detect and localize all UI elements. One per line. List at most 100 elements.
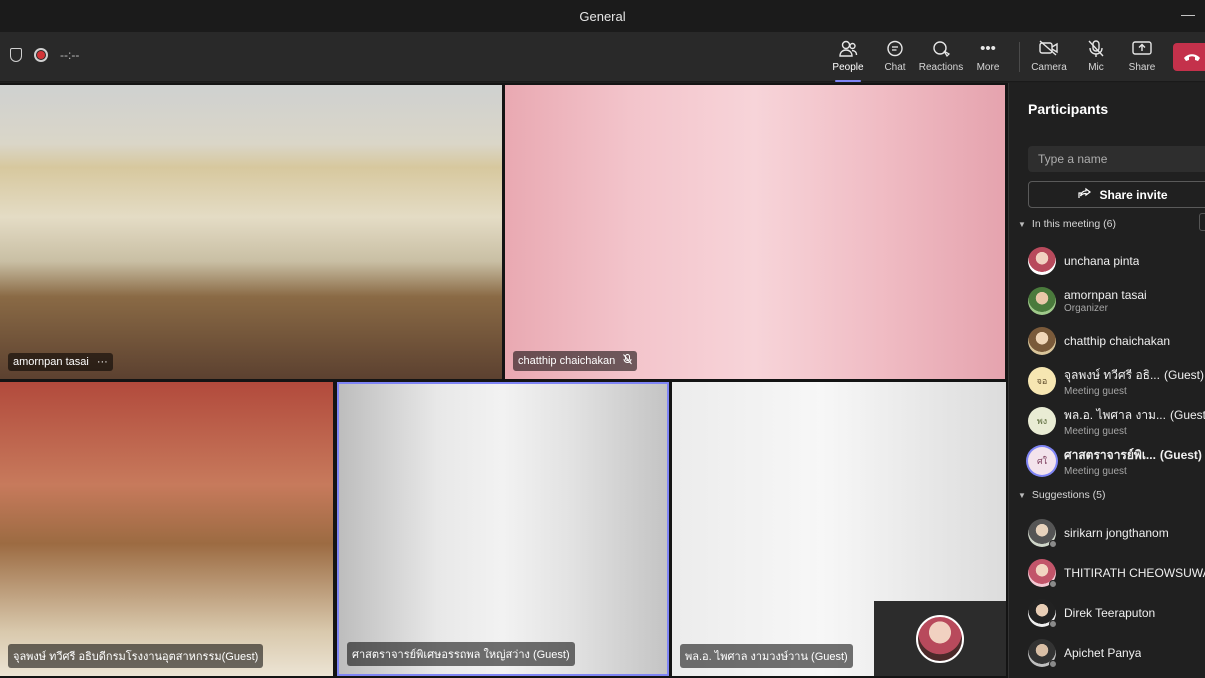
title-bar: General — xyxy=(0,0,1205,32)
people-button[interactable]: People xyxy=(822,38,874,82)
self-view-tile[interactable] xyxy=(874,601,1006,676)
participant-name: พล.อ. ไพศาล งามวงษ์วาน (Guest) xyxy=(685,651,848,663)
window-title: General xyxy=(579,8,626,24)
reactions-icon xyxy=(915,40,967,58)
share-invite-label: Share invite xyxy=(1099,187,1168,202)
participant-name: ศาสตราจารย์พิเศษอรรถพล ใหญ่สว่าง (Guest) xyxy=(352,649,570,661)
participant-name: จุลพงษ์ ทวีศรี อธิ... xyxy=(1064,367,1160,382)
participant-role: Meeting guest xyxy=(1064,425,1127,437)
participant-row[interactable]: พง พล.อ. ไพศาล งาม...(Guest) Meeting gues… xyxy=(1028,405,1205,437)
participant-role: Organizer xyxy=(1064,303,1108,314)
participant-name: chatthip chaichakan xyxy=(518,355,616,367)
tile-name-label: จุลพงษ์ ทวีศรี อธิบดีกรมโรงงานอุตสาหกรรม… xyxy=(8,644,264,668)
video-tile-julapong[interactable]: จุลพงษ์ ทวีศรี อธิบดีกรมโรงงานอุตสาหกรรม… xyxy=(0,382,333,676)
tile-name-label: chatthip chaichakan xyxy=(513,351,638,371)
hang-up-icon xyxy=(1183,49,1201,65)
participant-name: amornpan tasai xyxy=(13,356,89,368)
participant-name: ศาสตราจารย์พิเ... xyxy=(1064,447,1156,462)
suggestion-row[interactable]: Direk Teeraputon xyxy=(1028,597,1205,629)
more-label: More xyxy=(976,62,1000,73)
chat-label: Chat xyxy=(884,62,906,73)
avatar xyxy=(1028,327,1056,355)
reactions-label: Reactions xyxy=(918,62,964,73)
avatar xyxy=(916,614,964,663)
suggestion-row[interactable]: Apichet Panya xyxy=(1028,637,1205,669)
guest-tag: (Guest) xyxy=(1159,447,1202,462)
share-button[interactable]: Share xyxy=(1116,38,1168,78)
camera-button[interactable]: Camera xyxy=(1023,38,1075,78)
camera-off-icon xyxy=(1023,40,1075,58)
suggestion-row[interactable]: THITIRATH CHEOWSUWAN xyxy=(1028,557,1205,589)
meeting-timer: --:-- xyxy=(60,48,80,62)
participant-row[interactable]: unchana pinta xyxy=(1028,245,1205,277)
people-label: People xyxy=(832,62,864,73)
tile-name-label: พล.อ. ไพศาล งามวงษ์วาน (Guest) xyxy=(680,644,853,668)
avatar xyxy=(1028,247,1056,275)
avatar: จอ xyxy=(1028,367,1056,395)
suggestion-row[interactable]: sirikarn jongthanom xyxy=(1028,517,1205,549)
panel-title: Participants xyxy=(1028,101,1109,117)
avatar xyxy=(1028,559,1057,588)
tile-name-label: ศาสตราจารย์พิเศษอรรถพล ใหญ่สว่าง (Guest) xyxy=(347,642,575,666)
more-options-icon[interactable]: ··· xyxy=(97,356,108,368)
mic-muted-icon xyxy=(623,354,633,368)
share-label: Share xyxy=(1128,62,1156,73)
video-tile-attapol[interactable]: ศาสตราจารย์พิเศษอรรถพล ใหญ่สว่าง (Guest) xyxy=(337,382,669,676)
avatar-initials: ศใ xyxy=(1036,456,1048,466)
record-icon xyxy=(34,48,48,62)
search-participants-input[interactable]: Type a name xyxy=(1028,146,1205,172)
avatar: ศใ xyxy=(1028,447,1056,475)
participant-row[interactable]: ศใ ศาสตราจารย์พิเ... (Guest) Meeting guest xyxy=(1028,445,1205,477)
avatar: พง xyxy=(1028,407,1056,435)
video-stage: amornpan tasai ··· chatthip chaichakan จ… xyxy=(0,83,1008,678)
avatar-initials: จอ xyxy=(1036,376,1048,386)
participant-name: Direk Teeraputon xyxy=(1064,606,1156,620)
more-button[interactable]: ••• More xyxy=(962,38,1014,78)
participant-row[interactable]: chatthip chaichakan xyxy=(1028,325,1205,357)
suggestions-section-header[interactable]: ▼ Suggestions (5) xyxy=(1018,489,1105,501)
participant-name: พล.อ. ไพศาล งาม... xyxy=(1064,407,1166,422)
toolbar-divider xyxy=(1019,42,1020,72)
participant-row[interactable]: amornpan tasai Organizer xyxy=(1028,285,1205,317)
presence-icon xyxy=(1049,660,1057,668)
participants-panel: Participants Type a name Share invite ▼ … xyxy=(1008,83,1205,678)
video-tile-chatthip[interactable]: chatthip chaichakan xyxy=(505,85,1005,379)
meeting-status: --:-- xyxy=(10,48,79,62)
share-tray-icon xyxy=(1116,40,1168,58)
avatar xyxy=(1028,519,1057,548)
chevron-down-icon: ▼ xyxy=(1018,219,1026,229)
participant-name: Apichet Panya xyxy=(1064,646,1142,660)
participant-name: unchana pinta xyxy=(1064,254,1140,268)
presence-icon xyxy=(1049,620,1057,628)
participant-name: amornpan tasai xyxy=(1064,288,1147,302)
presence-icon xyxy=(1049,540,1057,548)
avatar-initials: พง xyxy=(1036,416,1048,426)
participant-name: sirikarn jongthanom xyxy=(1064,526,1169,540)
chevron-down-icon: ▼ xyxy=(1018,490,1026,500)
more-icon: ••• xyxy=(980,40,996,57)
share-invite-button[interactable]: Share invite xyxy=(1028,181,1205,208)
avatar xyxy=(1028,287,1056,315)
mic-label: Mic xyxy=(1088,62,1104,73)
mic-off-icon xyxy=(1070,40,1122,58)
participant-row[interactable]: จอ จุลพงษ์ ทวีศรี อธิ... (Guest) Meeting g… xyxy=(1028,365,1205,397)
reactions-button[interactable]: Reactions xyxy=(915,38,967,78)
tile-name-label: amornpan tasai ··· xyxy=(8,353,113,371)
avatar xyxy=(1028,639,1057,668)
collapse-handle[interactable] xyxy=(1199,213,1205,231)
shield-icon xyxy=(10,48,22,62)
leave-button[interactable] xyxy=(1173,43,1205,71)
share-invite-icon xyxy=(1078,187,1092,202)
participant-name: จุลพงษ์ ทวีศรี อธิบดีกรมโรงงานอุตสาหกรรม… xyxy=(13,651,259,663)
minimize-icon[interactable]: — xyxy=(1181,6,1195,22)
participant-role: Meeting guest xyxy=(1064,385,1127,397)
mic-button[interactable]: Mic xyxy=(1070,38,1122,78)
in-meeting-section-header[interactable]: ▼ In this meeting (6) xyxy=(1018,218,1116,230)
chat-button[interactable]: Chat xyxy=(869,38,921,78)
video-tile-amornpan[interactable]: amornpan tasai ··· xyxy=(0,85,502,379)
presence-icon xyxy=(1049,580,1057,588)
meeting-toolbar: --:-- People Chat Reactions ••• More Cam… xyxy=(0,32,1205,82)
avatar xyxy=(1028,599,1057,628)
section-label: In this meeting (6) xyxy=(1031,218,1116,230)
participant-name: THITIRATH CHEOWSUWAN xyxy=(1064,566,1205,580)
